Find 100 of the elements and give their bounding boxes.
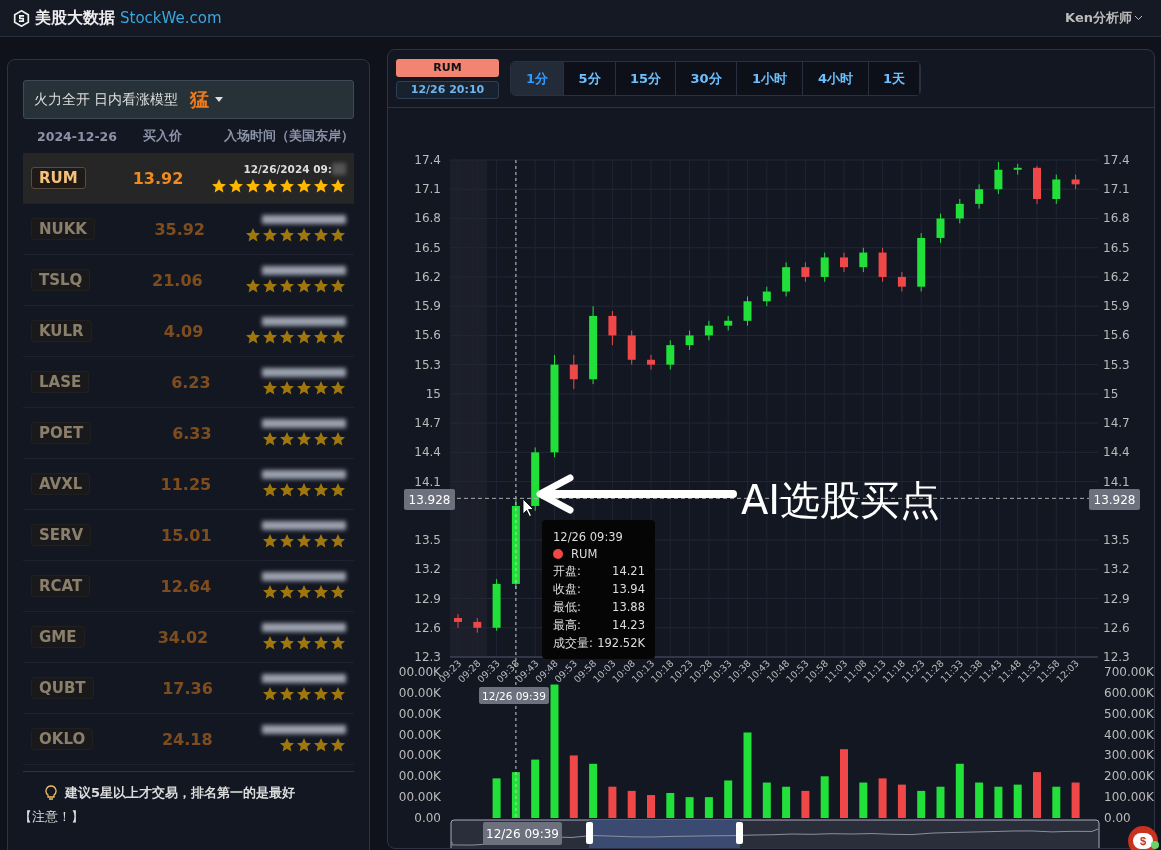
ticker-tag: QUBT (31, 677, 94, 699)
stock-row[interactable]: QUBT 17.36 (23, 663, 354, 714)
stock-row[interactable]: NUKK 35.92 (23, 204, 354, 255)
interval-tab[interactable]: 1分 (511, 62, 564, 95)
navigator-time-label: 12/26 09:39 (483, 822, 562, 845)
ticker-tag: NUKK (31, 218, 95, 240)
volume-axis-label: 500.00K (1104, 706, 1154, 721)
ticker-tag: KULR (31, 320, 92, 342)
tooltip-value: 192.52K (597, 636, 645, 651)
volume-axis-label: 200.00K (1104, 769, 1154, 784)
price-axis-label: 14.4 (414, 445, 441, 460)
price-axis-label: 14.4 (1103, 445, 1130, 460)
price-axis-label: 12.6 (1103, 620, 1130, 635)
ticker-tag: POET (31, 422, 92, 444)
price-axis-label: 17.4 (1103, 153, 1130, 167)
user-menu[interactable]: Ken分析师 (1065, 9, 1143, 27)
buy-price: 13.92 (131, 168, 184, 188)
tooltip-value: 14.21 (612, 564, 645, 579)
volume-axis-label: 0.00 (1104, 811, 1131, 825)
ticker-tag: AVXL (31, 473, 91, 495)
crosshair-price-label: 13.928 (1089, 489, 1140, 510)
price-axis-label: 14.1 (1103, 474, 1130, 489)
price-axis-label: 14.7 (414, 416, 441, 431)
tooltip-symbol: RUM (571, 547, 598, 561)
price-axis-label: 12.9 (1103, 591, 1130, 606)
stock-row[interactable]: RCAT 12.64 (23, 561, 354, 612)
ticker-tag: SERV (31, 524, 92, 546)
price-axis-label: 15.3 (414, 357, 441, 372)
stock-row[interactable]: SERV 15.01 (23, 510, 354, 561)
price-axis-label: 15 (425, 386, 441, 401)
update-time: 12/26 20:10 (396, 80, 499, 99)
stock-row[interactable]: OKLO 24.18 (23, 714, 354, 765)
price-axis-label: 12.9 (414, 591, 441, 606)
tooltip-label: 开盘: (553, 564, 581, 579)
tooltip-label: 最低: (553, 600, 581, 615)
stock-row[interactable]: KULR 4.09 (23, 306, 354, 357)
ticker-tag: TSLQ (31, 269, 91, 291)
tooltip-label: 收盘: (553, 582, 581, 597)
buy-price: 6.33 (171, 423, 212, 443)
tooltip-label: 成交量: (553, 636, 593, 651)
column-header: 买入价 (141, 127, 183, 145)
buy-price: 4.09 (162, 321, 204, 341)
price-axis-label: 12.6 (414, 620, 441, 635)
brand-domain: StockWe.com (120, 9, 222, 27)
tooltip-value: 13.88 (612, 600, 645, 615)
stock-row[interactable]: LASE 6.23 (23, 357, 354, 408)
price-axis-label: 12.3 (1103, 650, 1130, 664)
volume-axis-label: 100.00K (1104, 790, 1154, 805)
stock-row[interactable]: POET 6.33 (23, 408, 354, 459)
price-axis-label: 16.8 (414, 211, 441, 226)
tip-text: 建议5星以上才交易，排名第一的是最好 (65, 784, 296, 802)
buy-price: 34.02 (156, 627, 209, 647)
tooltip-time: 12/26 09:39 (553, 530, 624, 544)
volume-axis-label: 600.00K (1104, 685, 1154, 700)
crosshair-time-label: 12/26 09:39 (479, 687, 549, 704)
price-axis-label: 15.6 (1103, 328, 1130, 343)
stock-row[interactable]: RUM 13.92 12/26/2024 09: (23, 153, 354, 204)
column-header: 入场时间（美国东岸） (224, 127, 354, 145)
model-dropdown[interactable]: 火力全开 日内看涨模型 猛 (23, 80, 354, 119)
volume-axis-label: 00.00K (398, 748, 441, 763)
entry-time: 12/26/2024 09: (243, 162, 332, 175)
volume-axis-label: 300.00K (1104, 748, 1154, 763)
volume-axis-label: 400.00K (1104, 727, 1154, 742)
price-axis-label: 16.2 (1103, 269, 1130, 284)
price-axis-label: 17.4 (414, 153, 441, 167)
price-axis-label: 12.3 (414, 650, 441, 664)
tooltip-value: 14.23 (612, 618, 645, 633)
volume-axis-label: 0.00 (414, 811, 441, 825)
buy-price: 6.23 (170, 372, 211, 392)
price-axis-label: 16.5 (1103, 240, 1130, 255)
buy-price: 17.36 (161, 678, 213, 698)
buy-price: 21.06 (151, 270, 203, 290)
price-axis-label: 17.1 (1103, 182, 1130, 197)
price-axis-label: 15.9 (414, 299, 441, 314)
tooltip-label: 最高: (553, 618, 581, 633)
volume-axis-label: 00.00K (398, 706, 441, 721)
volume-axis-label: 00.00K (398, 727, 441, 742)
buy-price: 11.25 (159, 474, 212, 494)
stock-row[interactable]: GME 34.02 (23, 612, 354, 663)
volume-axis-label: 00.00K (398, 685, 441, 700)
price-axis-label: 14.7 (1103, 416, 1130, 431)
volume-axis-label: 00.00K (398, 790, 441, 805)
tooltip-value: 13.94 (612, 582, 645, 597)
volume-axis-label: 00.00K (398, 769, 441, 784)
stock-row[interactable]: TSLQ 21.06 (23, 255, 354, 306)
notice-text: 【注意！】 (19, 808, 85, 826)
ticker-tag: GME (31, 626, 85, 648)
price-axis-label: 15.6 (414, 328, 441, 343)
column-header: 2024-12-26 (36, 128, 118, 144)
price-axis-label: 16.5 (414, 240, 441, 255)
buy-price: 15.01 (160, 525, 212, 545)
price-axis-label: 16.8 (1103, 211, 1130, 226)
price-axis-label: 13.2 (414, 562, 441, 577)
price-axis-label: 14.1 (414, 474, 441, 489)
stock-row[interactable]: AVXL 11.25 (23, 459, 354, 510)
brand-name: 美股大数据 (35, 7, 115, 29)
buy-price: 35.92 (153, 219, 205, 239)
price-axis-label: 13.2 (1103, 562, 1130, 577)
volume-axis-label: 700.00K (1104, 665, 1154, 679)
buy-price: 12.64 (159, 576, 212, 596)
